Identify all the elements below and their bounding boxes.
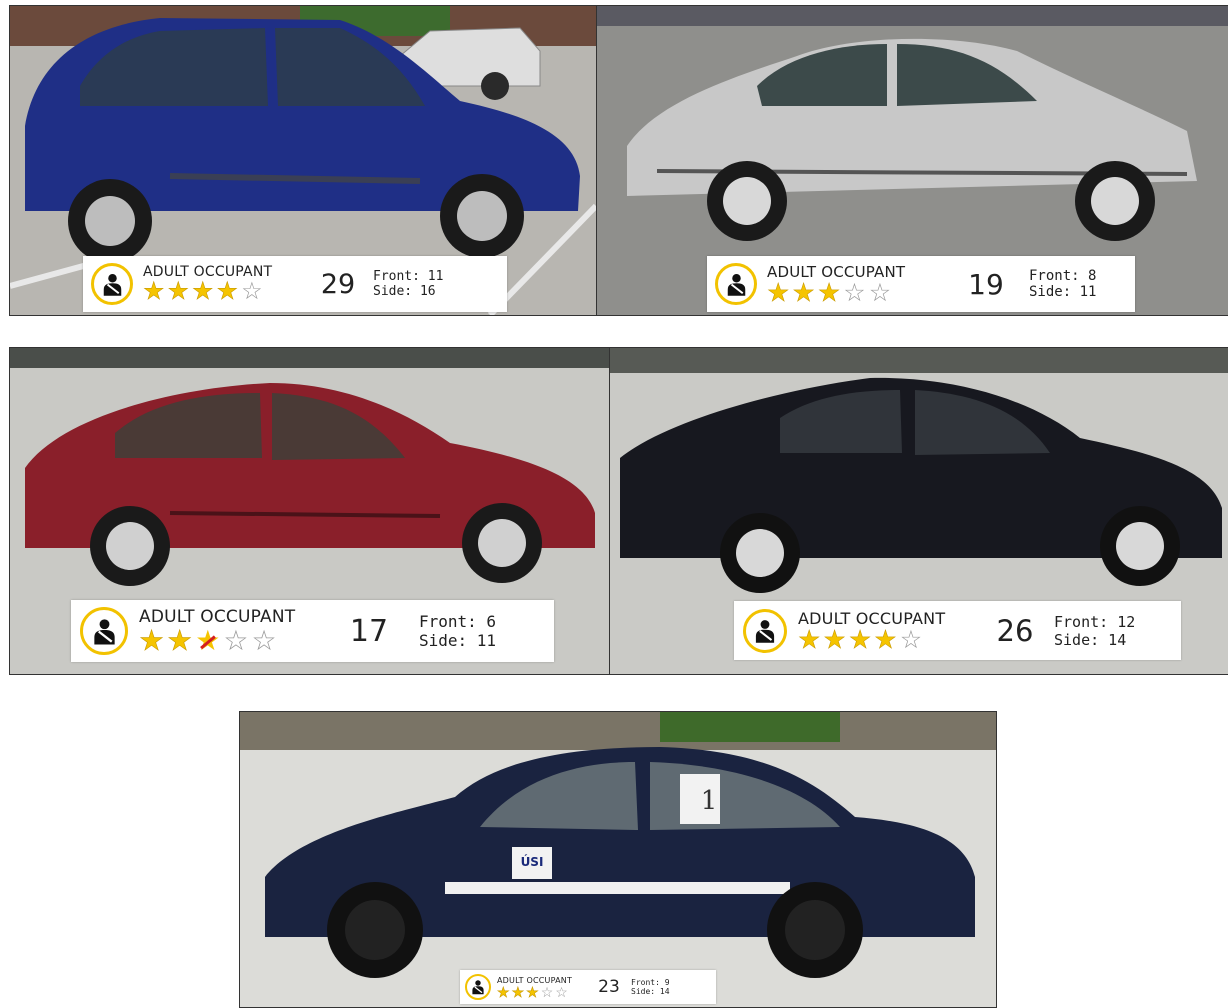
door-sign-number: 1: [700, 786, 718, 816]
empty-star-icon: ☆: [899, 625, 923, 654]
front-score: Front: 8: [1029, 268, 1097, 284]
total-score: 26: [996, 613, 1034, 648]
filled-star-icon: ★: [143, 278, 165, 305]
empty-star-icon: ☆: [868, 278, 892, 307]
filled-star-icon: ★: [511, 983, 525, 1000]
side-score: Side: 16: [373, 284, 436, 299]
filled-star-icon: ★: [848, 625, 872, 654]
star-rating: ★ ★ ★ ☆ ☆: [139, 625, 319, 656]
rating-category-label: ADULT OCCUPANT: [767, 262, 906, 281]
filled-star-icon: ★: [874, 625, 897, 654]
front-score: Front: 12: [1054, 612, 1136, 631]
filled-star-icon: ★: [497, 983, 510, 1000]
rating-badge-2: ADULT OCCUPANT ★ ★ ★ ☆ ☆ 19 Front: 8 Side: 11: [707, 256, 1135, 312]
filled-star-icon: ★: [792, 278, 815, 307]
star-rating: ★ ★ ★ ★ ☆: [798, 625, 976, 654]
filled-star-icon: ★: [216, 278, 239, 305]
empty-star-icon: ☆: [241, 278, 263, 305]
filled-star-icon: ★: [167, 278, 190, 305]
front-score: Front: 6: [419, 612, 497, 631]
total-score: 19: [968, 267, 1004, 301]
seatbelt-occupant-icon: [91, 263, 133, 305]
empty-star-icon: ☆: [540, 983, 554, 1000]
total-score: 23: [598, 977, 620, 997]
crossed-star-icon: ★: [195, 625, 221, 656]
seatbelt-occupant-icon: [465, 974, 491, 1000]
total-score: 17: [349, 613, 389, 649]
usi-logo-text: ÚSI: [520, 855, 544, 869]
car-photo-5: 1 ÚSI: [239, 711, 997, 1008]
empty-star-icon: ☆: [555, 983, 568, 1000]
filled-star-icon: ★: [192, 278, 214, 305]
rating-badge-1: ADULT OCCUPANT ★ ★ ★ ★ ☆ 29 Front: 11 Side: 16: [83, 256, 507, 312]
filled-star-icon: ★: [526, 983, 539, 1000]
rating-badge-4: ADULT OCCUPANT ★ ★ ★ ★ ☆ 26 Front: 12 Side: 14: [734, 601, 1181, 660]
filled-star-icon: ★: [139, 625, 165, 656]
star-rating: ★ ★ ★ ☆ ☆: [767, 278, 943, 307]
seatbelt-occupant-icon: [80, 607, 128, 655]
star-rating: ★ ★ ★ ☆ ☆: [497, 983, 587, 1000]
side-score: Side: 14: [1054, 630, 1127, 649]
rating-badge-3: ADULT OCCUPANT ★ ★ ★ ☆ ☆ 17 Front: 6 Side: 11: [71, 600, 554, 662]
rating-category-label: ADULT OCCUPANT: [798, 608, 946, 628]
seatbelt-occupant-icon: [743, 608, 787, 653]
car-photo-5-scene: [240, 712, 996, 1007]
side-score: Side: 14: [631, 987, 670, 996]
filled-star-icon: ★: [167, 625, 193, 656]
star-rating: ★ ★ ★ ★ ☆: [143, 278, 303, 305]
filled-star-icon: ★: [767, 278, 790, 307]
filled-star-icon: ★: [817, 278, 841, 307]
empty-star-icon: ☆: [251, 625, 277, 656]
empty-star-icon: ☆: [843, 278, 866, 307]
rating-category-label: ADULT OCCUPANT: [139, 607, 296, 627]
front-score: Front: 11: [373, 269, 444, 284]
filled-star-icon: ★: [823, 625, 846, 654]
empty-star-icon: ☆: [223, 625, 249, 656]
front-score: Front: 9: [631, 978, 670, 987]
side-score: Side: 11: [1029, 284, 1097, 300]
seatbelt-occupant-icon: [715, 263, 757, 305]
total-score: 29: [320, 268, 356, 300]
rating-badge-5: ADULT OCCUPANT ★ ★ ★ ☆ ☆ 23 Front: 9 Side: 14: [460, 970, 716, 1004]
filled-star-icon: ★: [798, 625, 821, 654]
side-score: Side: 11: [419, 631, 497, 650]
